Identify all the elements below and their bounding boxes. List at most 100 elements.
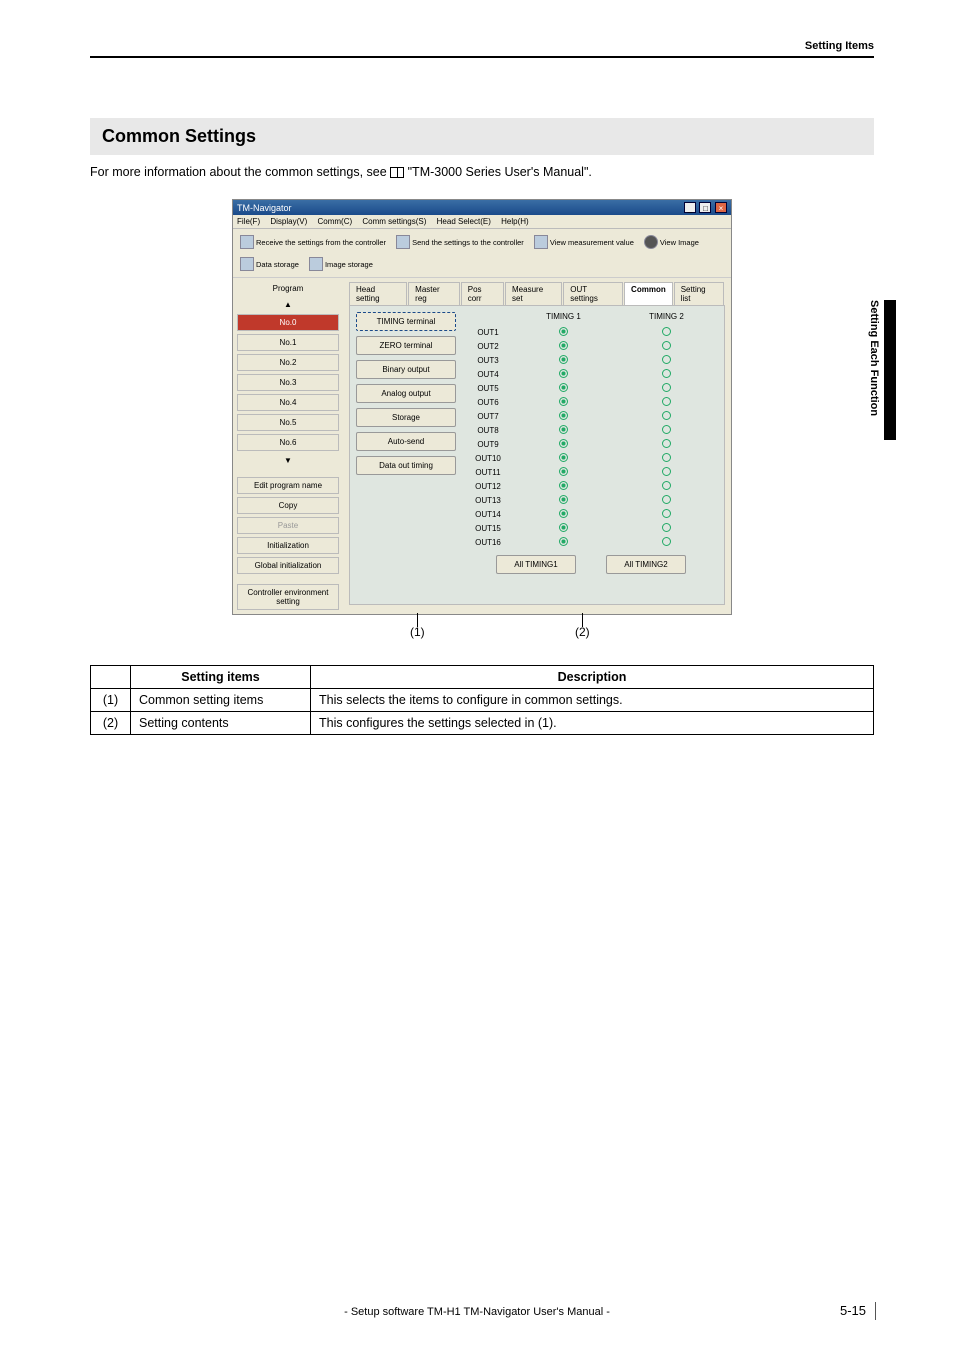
radio-timing1[interactable] <box>559 355 568 364</box>
radio-timing2[interactable] <box>662 341 671 350</box>
maximize-button[interactable]: □ <box>699 202 711 213</box>
radio-timing2[interactable] <box>662 439 671 448</box>
row1-items: Common setting items <box>131 689 311 712</box>
radio-timing2[interactable] <box>662 397 671 406</box>
radio-timing1[interactable] <box>559 495 568 504</box>
radio-timing2[interactable] <box>662 383 671 392</box>
toolbar-view-meas-label: View measurement value <box>550 238 634 247</box>
program-no2[interactable]: No.2 <box>237 354 339 371</box>
callout-2: (2) <box>575 625 590 639</box>
radio-timing1[interactable] <box>559 537 568 546</box>
all-timing2-button[interactable]: All TIMING2 <box>606 555 686 574</box>
radio-timing1[interactable] <box>559 327 568 336</box>
radio-timing1[interactable] <box>559 523 568 532</box>
page-footer: - Setup software TM-H1 TM-Navigator User… <box>0 1306 954 1318</box>
tab-master-reg[interactable]: Master reg <box>408 282 460 305</box>
all-timing1-button[interactable]: All TIMING1 <box>496 555 576 574</box>
program-no6[interactable]: No.6 <box>237 434 339 451</box>
paste-button[interactable]: Paste <box>237 517 339 534</box>
radio-timing1[interactable] <box>559 453 568 462</box>
radio-timing1[interactable] <box>559 481 568 490</box>
tab-common[interactable]: Common <box>624 282 673 305</box>
radio-timing1[interactable] <box>559 383 568 392</box>
toolbar-receive[interactable]: Receive the settings from the controller <box>237 233 389 251</box>
tab-out-settings[interactable]: OUT settings <box>563 282 623 305</box>
binary-output-button[interactable]: Binary output <box>356 360 456 379</box>
toolbar-send[interactable]: Send the settings to the controller <box>393 233 527 251</box>
toolbar-view-meas[interactable]: View measurement value <box>531 233 637 251</box>
auto-send-button[interactable]: Auto-send <box>356 432 456 451</box>
tab-measure-set[interactable]: Measure set <box>505 282 562 305</box>
th-desc: Description <box>311 666 874 689</box>
toolbar-image-storage[interactable]: Image storage <box>306 255 376 273</box>
row1-num: (1) <box>91 689 131 712</box>
radio-timing2[interactable] <box>662 537 671 546</box>
radio-timing2[interactable] <box>662 509 671 518</box>
minimize-button[interactable]: _ <box>684 202 696 213</box>
setting-contents: TIMING 1 TIMING 2 OUT1OUT2OUT3OUT4OUT5OU… <box>464 312 718 598</box>
radio-timing2[interactable] <box>662 523 671 532</box>
controller-env-button[interactable]: Controller environment setting <box>237 584 339 610</box>
out-label: OUT1 <box>464 328 512 337</box>
zero-terminal-button[interactable]: ZERO terminal <box>356 336 456 355</box>
copy-button[interactable]: Copy <box>237 497 339 514</box>
toolbar-view-image[interactable]: View Image <box>641 233 702 251</box>
radio-timing2[interactable] <box>662 495 671 504</box>
menu-comm-settings[interactable]: Comm settings(S) <box>362 217 426 226</box>
storage-button[interactable]: Storage <box>356 408 456 427</box>
initialization-button[interactable]: Initialization <box>237 537 339 554</box>
data-storage-icon <box>240 257 254 271</box>
analog-output-button[interactable]: Analog output <box>356 384 456 403</box>
timing-terminal-button[interactable]: TIMING terminal <box>356 312 456 331</box>
menu-file[interactable]: File(F) <box>237 217 260 226</box>
program-no5[interactable]: No.5 <box>237 414 339 431</box>
scroll-up-icon[interactable]: ▲ <box>237 298 339 311</box>
out-row: OUT9 <box>464 437 718 451</box>
radio-timing2[interactable] <box>662 411 671 420</box>
radio-timing1[interactable] <box>559 425 568 434</box>
radio-timing2[interactable] <box>662 327 671 336</box>
header-rule <box>90 56 874 58</box>
out-label: OUT7 <box>464 412 512 421</box>
program-no0[interactable]: No.0 <box>237 314 339 331</box>
program-no4[interactable]: No.4 <box>237 394 339 411</box>
radio-timing1[interactable] <box>559 509 568 518</box>
scroll-down-icon[interactable]: ▼ <box>237 454 339 467</box>
radio-timing2[interactable] <box>662 355 671 364</box>
radio-timing1[interactable] <box>559 341 568 350</box>
radio-timing1[interactable] <box>559 467 568 476</box>
window-buttons: _ □ × <box>683 202 727 213</box>
data-out-timing-button[interactable]: Data out timing <box>356 456 456 475</box>
menu-comm[interactable]: Comm(C) <box>317 217 352 226</box>
toolbar-receive-label: Receive the settings from the controller <box>256 238 386 247</box>
tab-head-setting[interactable]: Head setting <box>349 282 407 305</box>
program-no1[interactable]: No.1 <box>237 334 339 351</box>
edit-program-name-button[interactable]: Edit program name <box>237 477 339 494</box>
tab-pos-corr[interactable]: Pos corr <box>461 282 504 305</box>
out-label: OUT13 <box>464 496 512 505</box>
radio-timing1[interactable] <box>559 369 568 378</box>
radio-timing2[interactable] <box>662 467 671 476</box>
radio-timing2[interactable] <box>662 369 671 378</box>
radio-timing1[interactable] <box>559 439 568 448</box>
program-no3[interactable]: No.3 <box>237 374 339 391</box>
section-side-tab: Setting Each Function <box>868 300 896 440</box>
menu-help[interactable]: Help(H) <box>501 217 529 226</box>
footer-page-number: 5-15 <box>840 1303 866 1318</box>
radio-timing2[interactable] <box>662 481 671 490</box>
out-row: OUT8 <box>464 423 718 437</box>
menu-head-select[interactable]: Head Select(E) <box>437 217 491 226</box>
close-button[interactable]: × <box>715 202 727 213</box>
out-row: OUT12 <box>464 479 718 493</box>
app-window: TM-Navigator _ □ × File(F) Display(V) Co… <box>232 199 732 615</box>
radio-timing1[interactable] <box>559 397 568 406</box>
global-initialization-button[interactable]: Global initialization <box>237 557 339 574</box>
radio-timing1[interactable] <box>559 411 568 420</box>
table-row: (1) Common setting items This selects th… <box>91 689 874 712</box>
menu-display[interactable]: Display(V) <box>270 217 307 226</box>
out-row: OUT13 <box>464 493 718 507</box>
toolbar-data-storage[interactable]: Data storage <box>237 255 302 273</box>
radio-timing2[interactable] <box>662 425 671 434</box>
radio-timing2[interactable] <box>662 453 671 462</box>
tab-setting-list[interactable]: Setting list <box>674 282 724 305</box>
